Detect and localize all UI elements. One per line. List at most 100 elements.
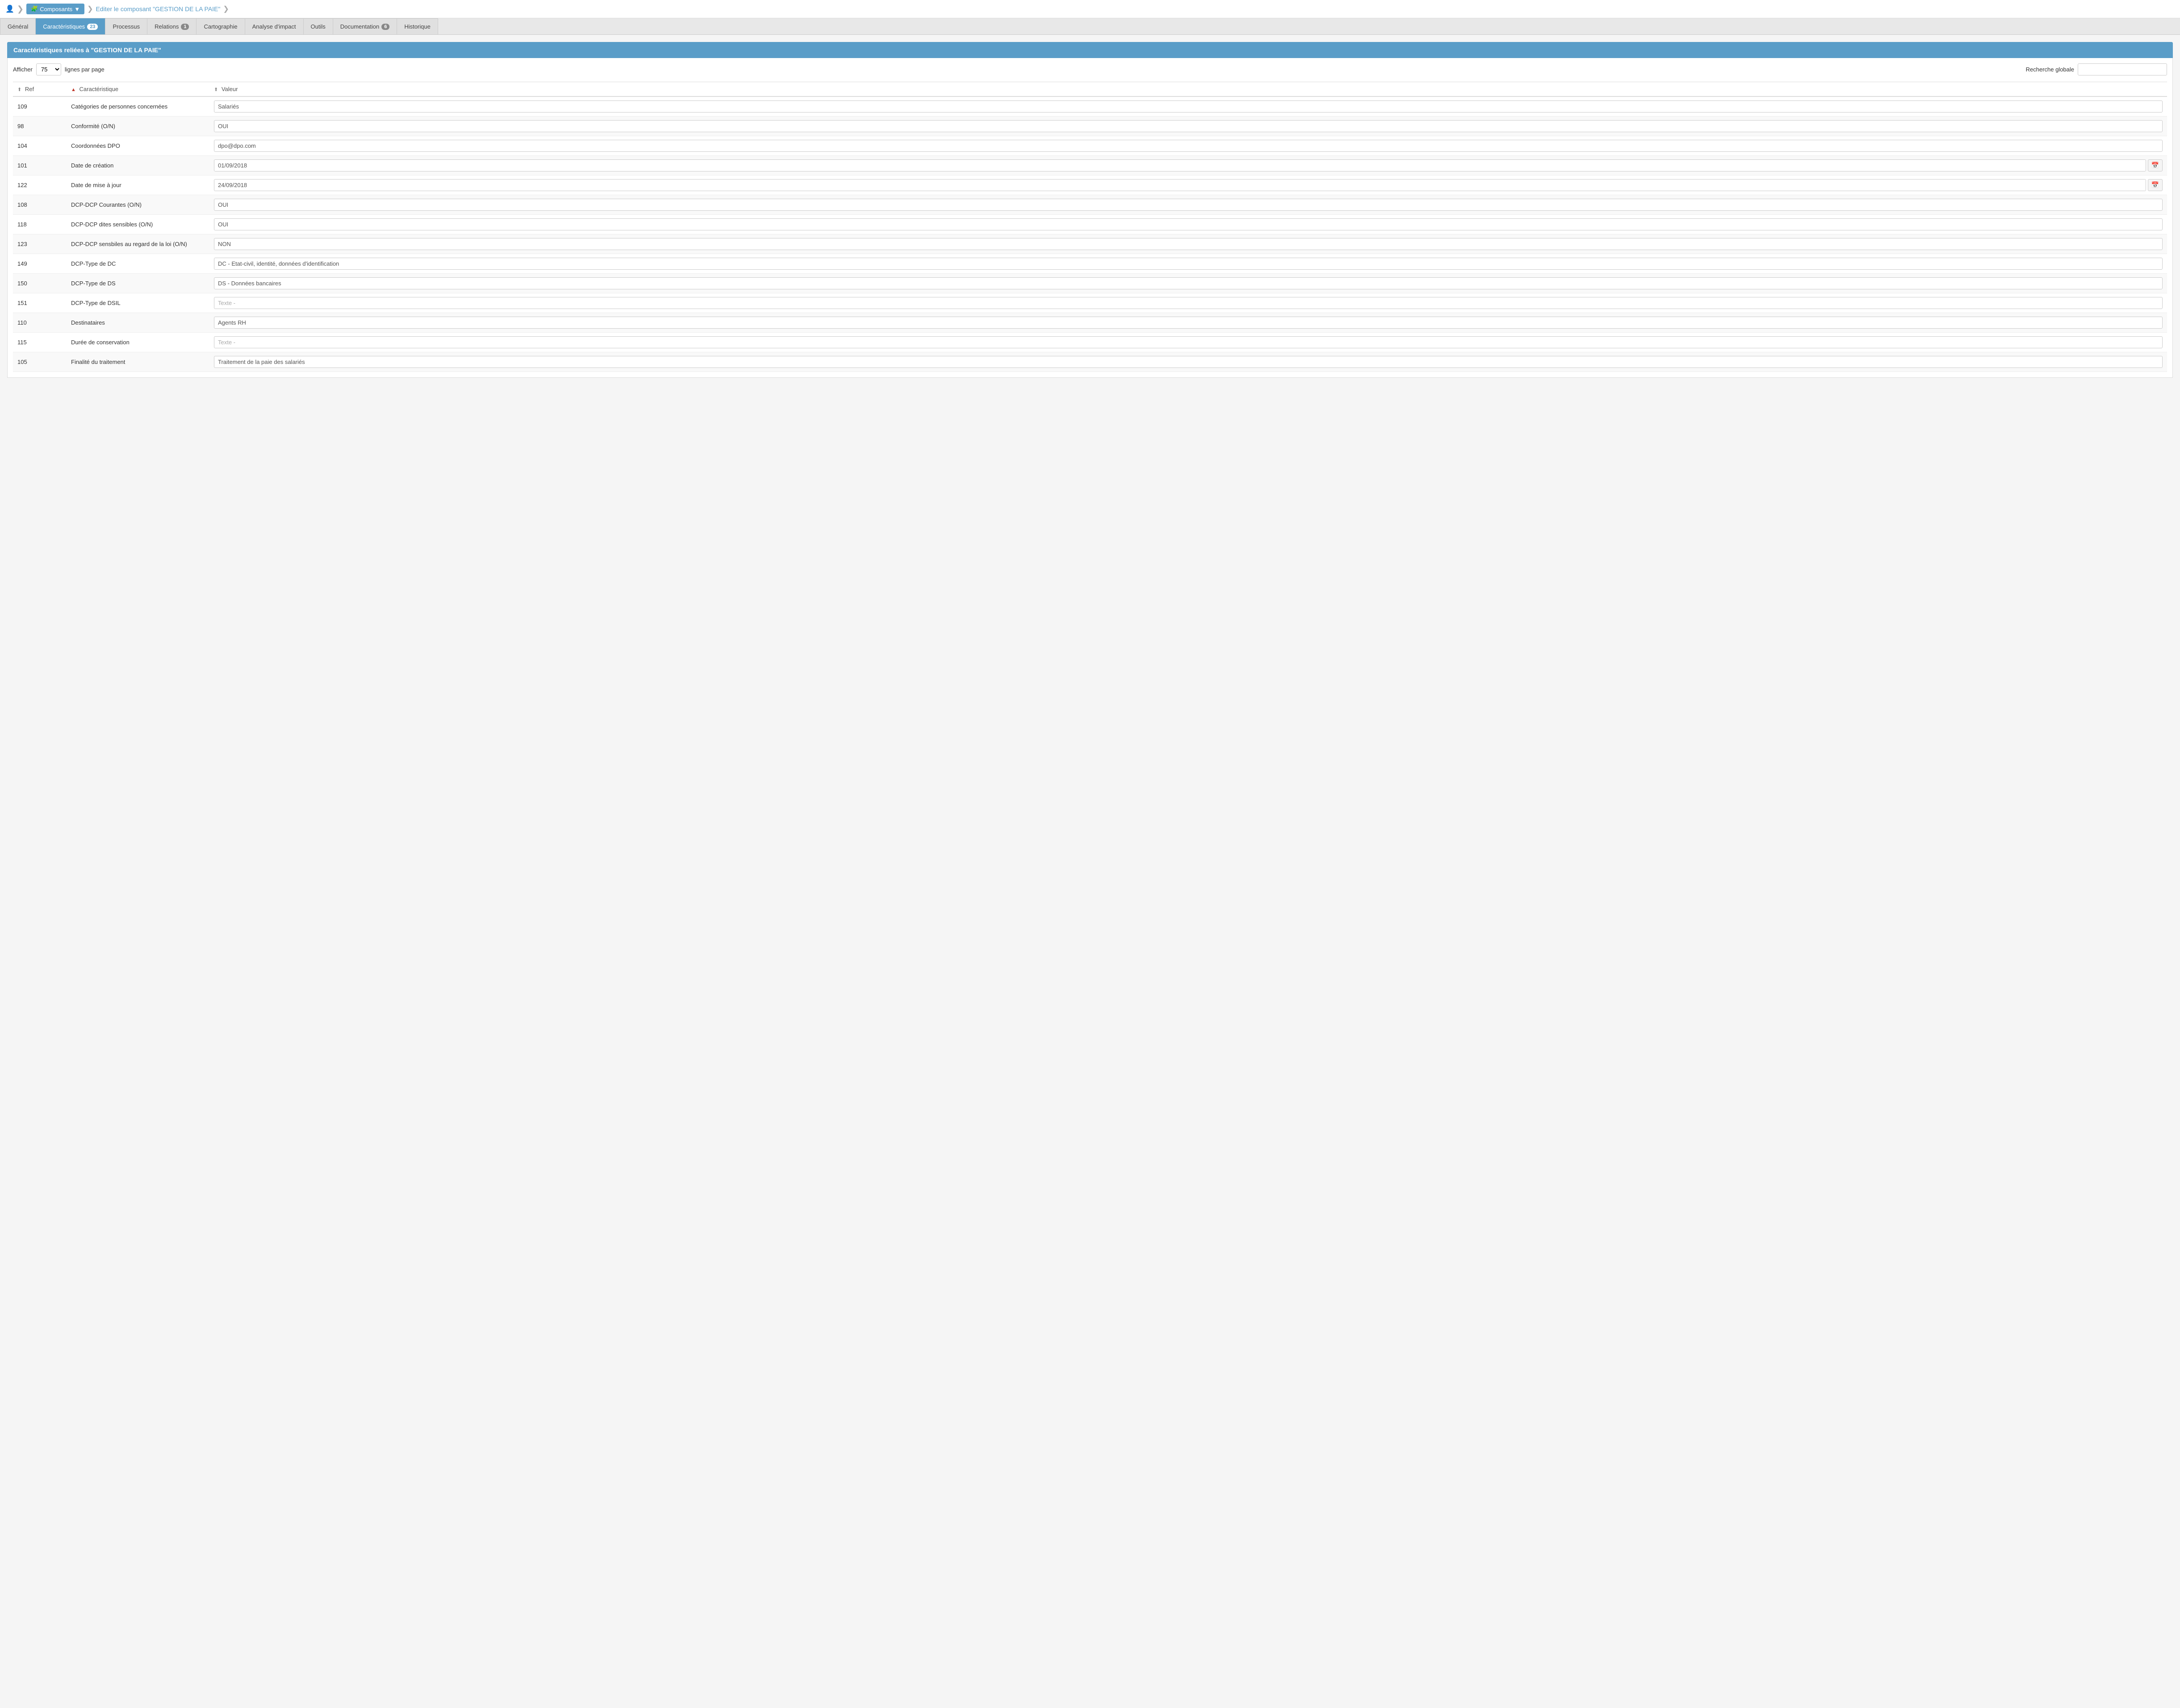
date-input-3[interactable] bbox=[214, 159, 2146, 171]
table-row: 151DCP-Type de DSIL bbox=[13, 293, 2167, 313]
table-row: 109Catégories de personnes concernées bbox=[13, 96, 2167, 117]
value-input-6[interactable] bbox=[214, 218, 2163, 230]
cell-valeur-2 bbox=[209, 136, 2167, 156]
cell-caracteristique-8: DCP-Type de DC bbox=[67, 254, 209, 274]
cell-valeur-13 bbox=[209, 352, 2167, 372]
cell-caracteristique-13: Finalité du traitement bbox=[67, 352, 209, 372]
cell-caracteristique-4: Date de mise à jour bbox=[67, 175, 209, 195]
value-input-1[interactable] bbox=[214, 120, 2163, 132]
tab-outils[interactable]: Outils bbox=[304, 18, 333, 34]
home-icon[interactable]: 👤 bbox=[5, 4, 14, 13]
tab-cartographie[interactable]: Cartographie bbox=[197, 18, 245, 34]
puzzle-icon: 🧩 bbox=[31, 5, 38, 13]
tab-analyse[interactable]: Analyse d'impact bbox=[245, 18, 304, 34]
cell-ref-6: 118 bbox=[13, 215, 67, 234]
nav-arrow-1: ❯ bbox=[87, 4, 93, 13]
tab-badge-relations: 1 bbox=[181, 24, 189, 30]
afficher-label: Afficher bbox=[13, 66, 33, 73]
value-input-2[interactable] bbox=[214, 140, 2163, 152]
cell-ref-3: 101 bbox=[13, 156, 67, 175]
cell-ref-10: 151 bbox=[13, 293, 67, 313]
value-input-8[interactable] bbox=[214, 258, 2163, 270]
cell-ref-13: 105 bbox=[13, 352, 67, 372]
cell-ref-4: 122 bbox=[13, 175, 67, 195]
cell-caracteristique-1: Conformité (O/N) bbox=[67, 117, 209, 136]
tab-label-caracteristiques: Caractéristiques bbox=[43, 23, 85, 30]
tab-processus[interactable]: Processus bbox=[105, 18, 147, 34]
tab-badge-caracteristiques: 23 bbox=[87, 24, 98, 30]
tab-historique[interactable]: Historique bbox=[397, 18, 438, 34]
cell-caracteristique-10: DCP-Type de DSIL bbox=[67, 293, 209, 313]
cell-caracteristique-11: Destinataires bbox=[67, 313, 209, 333]
table-row: 115Durée de conservation bbox=[13, 333, 2167, 352]
nav-arrow-2: ❯ bbox=[223, 4, 229, 13]
date-input-4[interactable] bbox=[214, 179, 2146, 191]
value-input-5[interactable] bbox=[214, 199, 2163, 211]
table-row: 108DCP-DCP Courantes (O/N) bbox=[13, 195, 2167, 215]
th-caracteristique[interactable]: ▲ Caractéristique bbox=[67, 82, 209, 97]
tab-label-general: Général bbox=[8, 23, 28, 30]
search-input[interactable] bbox=[2078, 63, 2167, 75]
table-row: 150DCP-Type de DS bbox=[13, 274, 2167, 293]
section-header: Caractéristiques reliées à "GESTION DE L… bbox=[7, 42, 2173, 58]
tab-general[interactable]: Général bbox=[0, 18, 36, 34]
date-cell-3: 📅 bbox=[214, 159, 2163, 171]
cell-valeur-1 bbox=[209, 117, 2167, 136]
cell-ref-9: 150 bbox=[13, 274, 67, 293]
tab-badge-documentation: 6 bbox=[381, 24, 389, 30]
th-valeur-label: Valeur bbox=[222, 86, 238, 92]
page-title: Editer le composant "GESTION DE LA PAIE" bbox=[96, 5, 220, 13]
cell-valeur-3: 📅 bbox=[209, 156, 2167, 175]
controls-row: Afficher 75 25 50 100 lignes par page Re… bbox=[13, 63, 2167, 75]
tab-documentation[interactable]: Documentation6 bbox=[333, 18, 398, 34]
table-header-row: ⬆ Ref ▲ Caractéristique ⬆ Valeur bbox=[13, 82, 2167, 97]
lignes-par-page-label: lignes par page bbox=[65, 66, 105, 73]
th-caracteristique-label: Caractéristique bbox=[80, 86, 118, 92]
calendar-button-3[interactable]: 📅 bbox=[2148, 159, 2163, 171]
composants-label: Composants bbox=[40, 6, 72, 13]
recherche-globale-label: Recherche globale bbox=[2026, 66, 2074, 73]
cell-caracteristique-12: Durée de conservation bbox=[67, 333, 209, 352]
table-row: 118DCP-DCP dites sensibles (O/N) bbox=[13, 215, 2167, 234]
tab-relations[interactable]: Relations1 bbox=[147, 18, 197, 34]
tab-caracteristiques[interactable]: Caractéristiques23 bbox=[36, 18, 105, 34]
sort-icon-caracteristique: ▲ bbox=[71, 87, 76, 92]
value-input-13[interactable] bbox=[214, 356, 2163, 368]
value-input-11[interactable] bbox=[214, 317, 2163, 329]
cell-caracteristique-2: Coordonnées DPO bbox=[67, 136, 209, 156]
characteristics-table: ⬆ Ref ▲ Caractéristique ⬆ Valeur 109Caté… bbox=[13, 82, 2167, 372]
cell-valeur-4: 📅 bbox=[209, 175, 2167, 195]
tab-bar: Général Caractéristiques23 Processus Relati… bbox=[0, 18, 2180, 35]
cell-ref-12: 115 bbox=[13, 333, 67, 352]
table-head: ⬆ Ref ▲ Caractéristique ⬆ Valeur bbox=[13, 82, 2167, 97]
value-input-10[interactable] bbox=[214, 297, 2163, 309]
th-valeur[interactable]: ⬆ Valeur bbox=[209, 82, 2167, 97]
th-ref[interactable]: ⬆ Ref bbox=[13, 82, 67, 97]
calendar-button-4[interactable]: 📅 bbox=[2148, 179, 2163, 191]
nav-separator-1: ❯ bbox=[17, 4, 24, 14]
table-row: 105Finalité du traitement bbox=[13, 352, 2167, 372]
table-container: Afficher 75 25 50 100 lignes par page Re… bbox=[7, 58, 2173, 378]
cell-caracteristique-9: DCP-Type de DS bbox=[67, 274, 209, 293]
value-input-0[interactable] bbox=[214, 100, 2163, 113]
value-input-9[interactable] bbox=[214, 277, 2163, 289]
cell-valeur-11 bbox=[209, 313, 2167, 333]
cell-valeur-5 bbox=[209, 195, 2167, 215]
cell-ref-11: 110 bbox=[13, 313, 67, 333]
date-cell-4: 📅 bbox=[214, 179, 2163, 191]
cell-ref-2: 104 bbox=[13, 136, 67, 156]
top-navigation: 👤 ❯ 🧩 Composants ▼ ❯ Editer le composant… bbox=[0, 0, 2180, 18]
cell-valeur-9 bbox=[209, 274, 2167, 293]
tab-label-processus: Processus bbox=[113, 23, 140, 30]
table-row: 149DCP-Type de DC bbox=[13, 254, 2167, 274]
table-body: 109Catégories de personnes concernées98C… bbox=[13, 96, 2167, 372]
sort-icon-ref: ⬆ bbox=[17, 87, 21, 92]
per-page-select[interactable]: 75 25 50 100 bbox=[36, 63, 61, 75]
composants-nav-button[interactable]: 🧩 Composants ▼ bbox=[26, 4, 84, 14]
tab-label-historique: Historique bbox=[404, 23, 431, 30]
value-input-12[interactable] bbox=[214, 336, 2163, 348]
value-input-7[interactable] bbox=[214, 238, 2163, 250]
tab-label-cartographie: Cartographie bbox=[204, 23, 237, 30]
cell-ref-5: 108 bbox=[13, 195, 67, 215]
cell-ref-1: 98 bbox=[13, 117, 67, 136]
